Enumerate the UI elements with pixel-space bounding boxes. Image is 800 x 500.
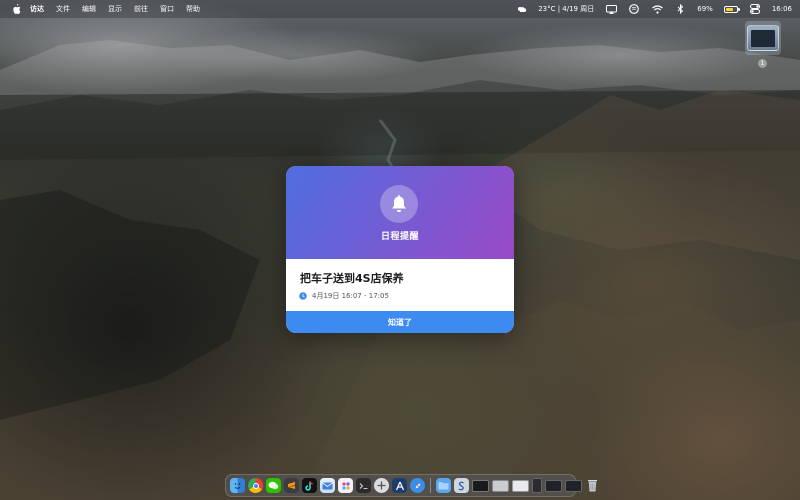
bluetooth-icon[interactable] [674, 3, 686, 15]
files-folder-icon[interactable] [436, 478, 451, 493]
scripts-icon[interactable] [454, 478, 469, 493]
menu-file[interactable]: 文件 [56, 4, 70, 14]
menu-window[interactable]: 窗口 [160, 4, 174, 14]
window-thumbnail-icon[interactable] [512, 479, 529, 492]
desktop-folder-icon[interactable] [745, 21, 781, 55]
music-icon[interactable] [628, 3, 640, 15]
weather-icon[interactable] [515, 3, 527, 15]
screen-mirror-icon[interactable] [605, 3, 617, 15]
menubar-clock[interactable]: 16:06 [772, 5, 792, 13]
window-thumbnail-icon[interactable] [565, 479, 582, 492]
event-time-row: 4月19日 16:07 - 17:05 [299, 291, 389, 301]
menu-edit[interactable]: 编辑 [82, 4, 96, 14]
tiktok-icon[interactable] [302, 478, 317, 493]
reminder-dialog: 日程提醒 把车子送到4S店保养 4月19日 16:07 - 17:05 知道了 [286, 166, 514, 333]
control-center-icon[interactable] [749, 3, 761, 15]
trash-icon[interactable] [585, 478, 600, 493]
window-thumbnail-icon[interactable] [492, 479, 509, 492]
battery-percent[interactable]: 69% [697, 5, 713, 13]
clock-icon [299, 292, 307, 300]
acknowledge-button[interactable]: 知道了 [286, 311, 514, 333]
event-time: 4月19日 16:07 - 17:05 [312, 292, 389, 300]
dots-app-icon[interactable] [338, 478, 353, 493]
dock-separator [430, 478, 431, 493]
sublime-icon[interactable] [284, 478, 299, 493]
menu-view[interactable]: 显示 [108, 4, 122, 14]
window-thumbnail-icon[interactable] [472, 479, 489, 492]
window-thumbnail-icon[interactable] [545, 479, 562, 492]
apple-logo-icon[interactable] [10, 0, 22, 18]
menu-go[interactable]: 前往 [134, 4, 148, 14]
window-thumbnail-icon[interactable] [532, 478, 542, 493]
event-title: 把车子送到4S店保养 [300, 272, 404, 285]
wechat-icon[interactable] [266, 478, 281, 493]
bell-icon-container [380, 185, 418, 223]
wifi-icon[interactable] [651, 3, 663, 15]
dock [225, 474, 597, 497]
weather-date-text[interactable]: 23°C | 4/19 周日 [538, 4, 594, 14]
launchpad-icon[interactable] [374, 478, 389, 493]
terminal-icon[interactable] [356, 478, 371, 493]
finder-icon[interactable] [230, 478, 245, 493]
xcode-icon[interactable] [392, 478, 407, 493]
bell-icon [392, 194, 406, 212]
menu-help[interactable]: 帮助 [186, 4, 200, 14]
battery-level-fill [725, 7, 733, 11]
menu-app-name[interactable]: 访达 [30, 4, 44, 14]
desktop-item-badge: 1 [758, 59, 767, 68]
reminder-header: 日程提醒 [286, 166, 514, 259]
mail-icon[interactable] [320, 478, 335, 493]
safari-icon[interactable] [410, 478, 425, 493]
reminder-header-title: 日程提醒 [380, 232, 419, 242]
reminder-body: 把车子送到4S店保养 4月19日 16:07 - 17:05 [286, 259, 514, 311]
menu-bar: 访达 文件 编辑 显示 前往 窗口 帮助 23°C | 4/19 周日 69% … [0, 0, 800, 18]
battery-icon[interactable] [723, 5, 740, 13]
chrome-icon[interactable] [248, 478, 263, 493]
